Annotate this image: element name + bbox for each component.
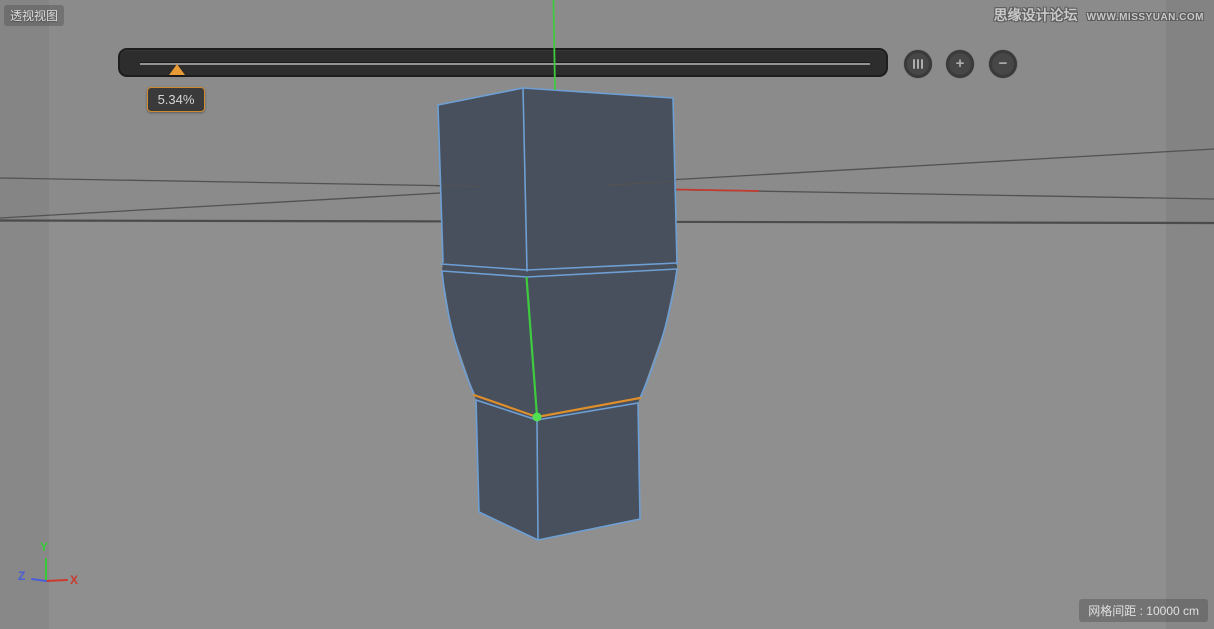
perspective-viewport[interactable]: 透视视图 思缘设计论坛 WWW.MISSYUAN.COM 5.34% + − Y…: [0, 0, 1214, 629]
selected-vertex-point[interactable]: [533, 413, 542, 422]
slider-handle[interactable]: [169, 64, 185, 75]
detail-level-button[interactable]: [904, 50, 932, 78]
decrease-button[interactable]: −: [989, 50, 1017, 78]
slider-track[interactable]: [140, 63, 870, 65]
gizmo-x-axis: [46, 580, 67, 581]
gizmo-z-label: Z: [18, 569, 25, 583]
gizmo-x-label: X: [70, 573, 78, 587]
minus-icon: −: [999, 56, 1008, 71]
right-wall-shade: [1166, 0, 1214, 629]
slider-value-tooltip: 5.34%: [147, 87, 205, 112]
triple-bars-icon: [913, 53, 923, 75]
plus-icon: +: [956, 56, 965, 71]
left-wall-shade: [0, 0, 49, 629]
gizmo-y-label: Y: [40, 540, 48, 554]
grid-spacing-label: 网格间距 : 10000 cm: [1079, 599, 1208, 622]
increase-button[interactable]: +: [946, 50, 974, 78]
x-axis-line-red: [677, 190, 759, 192]
view-label[interactable]: 透视视图: [4, 5, 64, 26]
detail-slider[interactable]: [118, 48, 888, 77]
